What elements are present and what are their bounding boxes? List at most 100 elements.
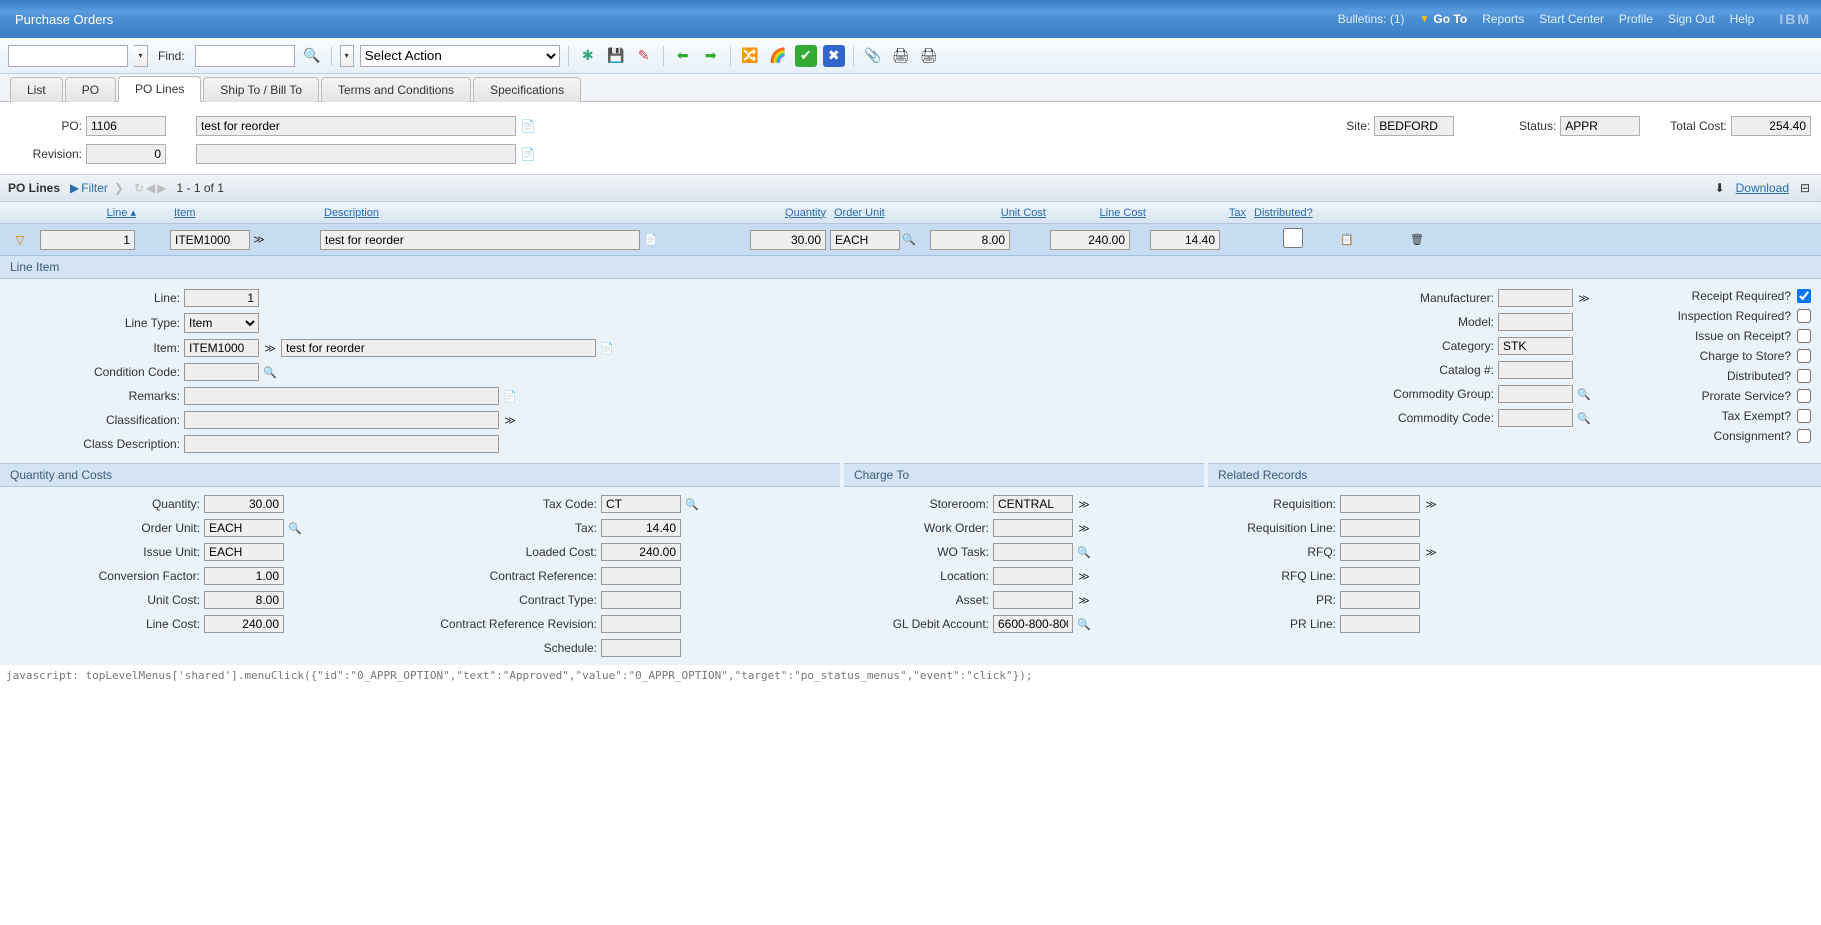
- print2-icon[interactable]: 🖨: [918, 45, 940, 67]
- prev-record-icon[interactable]: ⬅: [672, 45, 694, 67]
- ct-gl-debit[interactable]: [993, 615, 1073, 633]
- download-link[interactable]: Download: [1736, 181, 1789, 195]
- line-type-select[interactable]: Item: [184, 313, 259, 333]
- ct-location[interactable]: [993, 567, 1073, 585]
- long-desc-icon[interactable]: 📄: [503, 389, 517, 403]
- lookup-icon[interactable]: 🔍: [685, 497, 699, 511]
- tab-ship-to[interactable]: Ship To / Bill To: [203, 77, 319, 102]
- cancel-icon[interactable]: ✖: [823, 45, 845, 67]
- receipt-required-checkbox[interactable]: [1797, 289, 1811, 303]
- tab-po[interactable]: PO: [65, 77, 116, 102]
- rr-requisition[interactable]: [1340, 495, 1420, 513]
- col-distributed[interactable]: Distributed?: [1250, 207, 1340, 219]
- rr-rfq-line[interactable]: [1340, 567, 1420, 585]
- detail-menu-icon[interactable]: ≫: [1424, 497, 1438, 511]
- qc-loaded-cost[interactable]: [601, 543, 681, 561]
- manufacturer-field[interactable]: [1498, 289, 1573, 307]
- total-cost-field[interactable]: [1731, 116, 1811, 136]
- qc-contract-ref[interactable]: [601, 567, 681, 585]
- sla-icon[interactable]: 🌈: [767, 45, 789, 67]
- goto-menu[interactable]: ▼Go To: [1420, 12, 1468, 26]
- po-desc-field[interactable]: [196, 116, 516, 136]
- long-desc-icon[interactable]: 📄: [520, 118, 536, 134]
- ct-asset[interactable]: [993, 591, 1073, 609]
- reports-link[interactable]: Reports: [1482, 12, 1524, 26]
- rr-rfq[interactable]: [1340, 543, 1420, 561]
- class-desc-field[interactable]: [184, 435, 499, 453]
- row-unit-cost[interactable]: [930, 230, 1010, 250]
- find-input[interactable]: [195, 45, 295, 67]
- inspection-required-checkbox[interactable]: [1797, 309, 1811, 323]
- qc-conversion[interactable]: [204, 567, 284, 585]
- row-order-unit[interactable]: [830, 230, 900, 250]
- lookup-icon[interactable]: 🔍: [902, 233, 916, 247]
- help-link[interactable]: Help: [1730, 12, 1755, 26]
- item-desc-field[interactable]: [281, 339, 596, 357]
- tab-list[interactable]: List: [10, 77, 63, 102]
- status-field[interactable]: [1560, 116, 1640, 136]
- lookup-icon[interactable]: 🔍: [1077, 617, 1091, 631]
- po-field[interactable]: [86, 116, 166, 136]
- long-desc-icon[interactable]: 📄: [600, 341, 614, 355]
- row-expand-icon[interactable]: ▽: [0, 233, 40, 247]
- prev-page-icon[interactable]: ◀: [146, 181, 155, 195]
- ct-storeroom[interactable]: [993, 495, 1073, 513]
- qc-line-cost[interactable]: [204, 615, 284, 633]
- detail-menu-icon[interactable]: ≫: [1077, 497, 1091, 511]
- detail-menu-icon[interactable]: ≫: [1577, 291, 1591, 305]
- delete-row-icon[interactable]: 🗑: [1410, 233, 1424, 247]
- site-field[interactable]: [1374, 116, 1454, 136]
- item-field[interactable]: [184, 339, 259, 357]
- detail-menu-icon[interactable]: ≫: [252, 233, 266, 247]
- tab-terms[interactable]: Terms and Conditions: [321, 77, 471, 102]
- table-row[interactable]: ▽ ≫ 📄 🔍 📋 🗑: [0, 224, 1821, 256]
- long-desc-icon[interactable]: 📄: [644, 233, 658, 247]
- commodity-code-field[interactable]: [1498, 409, 1573, 427]
- workflow-icon[interactable]: 🔀: [739, 45, 761, 67]
- qc-issue-unit[interactable]: [204, 543, 284, 561]
- issue-on-receipt-checkbox[interactable]: [1797, 329, 1811, 343]
- clear-icon[interactable]: ✎: [633, 45, 655, 67]
- tab-specs[interactable]: Specifications: [473, 77, 581, 102]
- qc-quantity[interactable]: [204, 495, 284, 513]
- row-distributed-checkbox[interactable]: [1250, 228, 1336, 248]
- rr-requisition-line[interactable]: [1340, 519, 1420, 537]
- rr-pr[interactable]: [1340, 591, 1420, 609]
- commodity-group-field[interactable]: [1498, 385, 1573, 403]
- qc-unit-cost[interactable]: [204, 591, 284, 609]
- filter-button[interactable]: ▶Filter❯: [70, 181, 124, 195]
- print-icon[interactable]: 🖨: [890, 45, 912, 67]
- lookup-icon[interactable]: 🔍: [1577, 387, 1591, 401]
- qc-schedule[interactable]: [601, 639, 681, 657]
- refresh-icon[interactable]: ↻: [134, 181, 144, 195]
- model-field[interactable]: [1498, 313, 1573, 331]
- tab-po-lines[interactable]: PO Lines: [118, 76, 201, 102]
- copy-row-icon[interactable]: 📋: [1340, 233, 1354, 247]
- col-line[interactable]: Line ▴: [40, 206, 140, 219]
- tax-exempt-checkbox[interactable]: [1797, 409, 1811, 423]
- detail-menu-icon[interactable]: ≫: [1424, 545, 1438, 559]
- action-dropdown-toggle[interactable]: ▾: [340, 45, 354, 67]
- lookup-icon[interactable]: 🔍: [263, 365, 277, 379]
- next-page-icon[interactable]: ▶: [157, 181, 166, 195]
- ct-wo-task[interactable]: [993, 543, 1073, 561]
- quick-search-dropdown[interactable]: ▾: [134, 45, 148, 67]
- lookup-icon[interactable]: 🔍: [1577, 411, 1591, 425]
- attachments-icon[interactable]: 📎: [862, 45, 884, 67]
- qc-contract-rev[interactable]: [601, 615, 681, 633]
- col-unit-cost[interactable]: Unit Cost: [930, 207, 1050, 219]
- charge-to-store-checkbox[interactable]: [1797, 349, 1811, 363]
- detail-menu-icon[interactable]: ≫: [503, 413, 517, 427]
- consignment-checkbox[interactable]: [1797, 429, 1811, 443]
- col-line-cost[interactable]: Line Cost: [1050, 207, 1150, 219]
- lookup-icon[interactable]: 🔍: [288, 521, 302, 535]
- long-desc-icon[interactable]: 📄: [520, 146, 536, 162]
- revision-field[interactable]: [86, 144, 166, 164]
- detail-menu-icon[interactable]: ≫: [1077, 569, 1091, 583]
- lookup-icon[interactable]: 🔍: [1077, 545, 1091, 559]
- qc-order-unit[interactable]: [204, 519, 284, 537]
- classification-field[interactable]: [184, 411, 499, 429]
- remarks-field[interactable]: [184, 387, 499, 405]
- search-icon[interactable]: 🔍: [301, 45, 323, 67]
- row-tax[interactable]: [1150, 230, 1220, 250]
